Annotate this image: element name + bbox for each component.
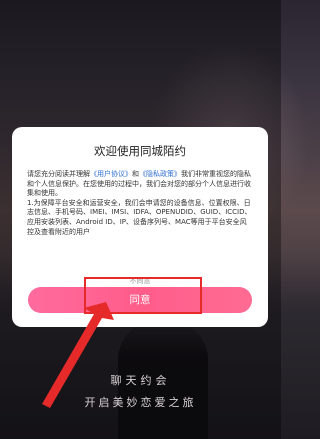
body-fade xyxy=(27,261,253,271)
annotation-arrow-icon xyxy=(42,302,114,408)
consent-prefix: 请您充分阅读并理解 xyxy=(27,170,90,178)
consent-paragraph-2: 1.为保障平台安全和运营安全，我们会申请您的设备信息、位置权限、日志信息、手机号… xyxy=(27,198,252,236)
privacy-policy-link[interactable]: 《隐私政策》 xyxy=(139,170,181,178)
dialog-title: 欢迎使用同城陌约 xyxy=(94,144,186,158)
consent-paragraph-1: 请您充分阅读并理解《用户协议》和《隐私政策》我们非常重视您的隐私和个人信息保护。… xyxy=(27,170,253,199)
dialog-body-scroll[interactable]: 请您充分阅读并理解《用户协议》和《隐私政策》我们非常重视您的隐私和个人信息保护。… xyxy=(27,170,253,271)
consent-joiner: 和 xyxy=(132,170,139,178)
user-agreement-link[interactable]: 《用户协议》 xyxy=(90,170,132,178)
